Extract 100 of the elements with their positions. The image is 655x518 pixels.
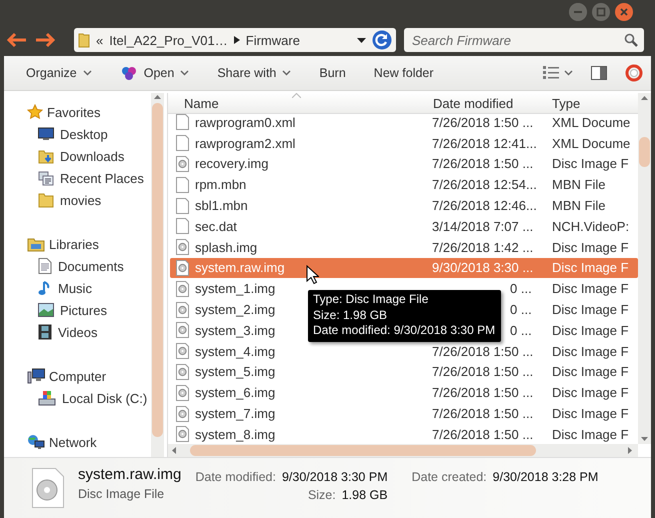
file-name[interactable]: rawprogram2.xml [195,136,296,151]
toolbar-button[interactable]: New folder [366,63,442,83]
file-name[interactable]: splash.img [195,240,258,255]
date-cell: 7/26/2018 1:42 ... [432,240,534,255]
scrollbar-thumb[interactable] [639,137,650,167]
refresh-icon[interactable] [372,30,392,50]
sidebar-item[interactable]: Recent Places [4,167,151,189]
breadcrumb[interactable]: Itel_A22_Pro_V01… [109,32,228,48]
scroll-up-icon[interactable] [641,96,648,100]
scrollbar[interactable] [151,93,164,457]
column-header[interactable]: Type [552,96,638,110]
disc-file-icon [176,426,189,442]
film-icon [38,324,52,340]
chevron-right-icon [234,36,240,44]
file-name[interactable]: rawprogram0.xml [195,114,296,130]
file-name[interactable]: system_3.img [195,322,276,338]
type-cell-text: Disc Image F [552,322,630,338]
type-cell-text: Disc Image F [552,344,630,359]
file-name[interactable]: system_6.img [195,385,276,400]
file-name[interactable]: sec.dat [195,218,237,234]
type-cell-text: Disc Image F [552,426,630,442]
sidebar-group[interactable]: Favorites [4,101,151,123]
folder-icon [78,32,90,48]
file-name[interactable]: system_5.img [195,364,276,380]
toolbar-button[interactable]: Burn [311,63,354,83]
close-button[interactable] [615,3,633,21]
breadcrumb-overflow[interactable]: « [96,32,104,48]
type-cell-text: NCH.VideoP: [552,218,630,234]
dropdown-arrow-icon[interactable] [357,38,366,42]
sidebar-item[interactable]: Music [4,277,151,299]
help-icon[interactable] [625,64,643,82]
type-cell-text: Disc Image F [552,302,630,318]
disc-file-icon [176,260,189,276]
sidebar-item[interactable]: movies [4,189,151,211]
file-name[interactable]: system_2.img [195,302,276,318]
file-name[interactable]: sbl1.mbn [195,198,248,214]
search-field[interactable]: Search Firmware [404,28,644,52]
scrollbar-thumb[interactable] [152,103,163,437]
type-cell-text: Disc Image F [552,385,630,400]
computer-icon [27,368,45,384]
file-name[interactable]: recovery.img [195,156,268,172]
breadcrumb[interactable]: Firmware [246,32,300,48]
view-options-icon[interactable] [543,66,573,80]
library-icon [27,236,45,252]
scrollbar[interactable] [638,93,651,444]
toolbar-button[interactable]: Organize [18,63,100,83]
sidebar-item[interactable]: Documents [4,255,151,277]
disc-file-icon [176,384,189,401]
horizontal-scrollbar[interactable] [168,444,638,457]
tooltip-line: Size: 1.98 GB [313,308,388,323]
file-name[interactable]: rpm.mbn [195,177,246,192]
back-arrow-icon[interactable] [6,32,28,48]
type-cell-text: MBN File [552,177,606,192]
type-cell-text: XML Docume [552,136,632,151]
forward-arrow-icon[interactable] [34,32,56,48]
date-cell: 7/26/2018 12:41... [432,136,537,151]
sidebar-group[interactable]: Computer [4,365,151,387]
date-cell: 7/26/2018 1:50 ... [432,364,534,380]
file-icon [176,114,189,130]
disc-file-icon [176,156,189,172]
folder-download-icon [38,148,54,164]
caret-icon [82,70,92,76]
caret-icon [180,70,190,76]
recent-places-icon [38,170,54,186]
file-name[interactable]: system_1.img [195,281,276,296]
date-cell: 7/26/2018 1:50 ... [432,426,534,442]
preview-pane-icon[interactable] [591,66,607,80]
column-header[interactable]: Date modified [432,96,552,110]
address-bar[interactable]: « Itel_A22_Pro_V01… Firmware [74,28,396,52]
toolbar-button[interactable]: Open [112,61,198,85]
sidebar-item[interactable]: Downloads [4,145,151,167]
type-cell-text: Disc Image F [552,240,630,255]
sidebar-item[interactable]: Desktop [4,123,151,145]
file-icon [176,218,189,234]
detail-label: Size: [308,488,336,502]
sidebar-group[interactable]: Network [4,431,151,453]
file-name[interactable]: system_7.img [195,406,276,422]
file-name[interactable]: system_8.img [195,426,276,442]
disc-file-icon [176,406,189,422]
minimize-button[interactable] [569,3,587,21]
scrollbar-thumb[interactable] [190,445,536,456]
sidebar-item[interactable]: Local Disk (C:) [4,387,151,409]
sidebar-item[interactable]: Pictures [4,299,151,321]
file-type: Disc Image File [78,487,166,501]
file-name[interactable]: system_4.img [195,344,276,359]
scroll-right-icon[interactable] [628,447,632,454]
toolbar-button[interactable]: Share with [209,63,300,83]
date-cell: 0 ... [510,322,532,338]
sidebar-item[interactable]: Videos [4,321,151,343]
disc-file-icon [176,322,189,338]
column-header[interactable]: Name [168,96,432,110]
tooltip-line: Type: Disc Image File [313,292,430,308]
scroll-up-icon[interactable] [154,95,161,99]
scroll-left-icon[interactable] [172,447,176,454]
date-cell: 7/26/2018 1:50 ... [432,156,534,172]
maximize-button[interactable] [592,3,610,21]
sidebar-group[interactable]: Libraries [4,233,151,255]
document-icon [38,258,52,274]
scroll-down-icon[interactable] [641,437,648,441]
date-cell: 3/14/2018 7:07 ... [432,218,534,234]
